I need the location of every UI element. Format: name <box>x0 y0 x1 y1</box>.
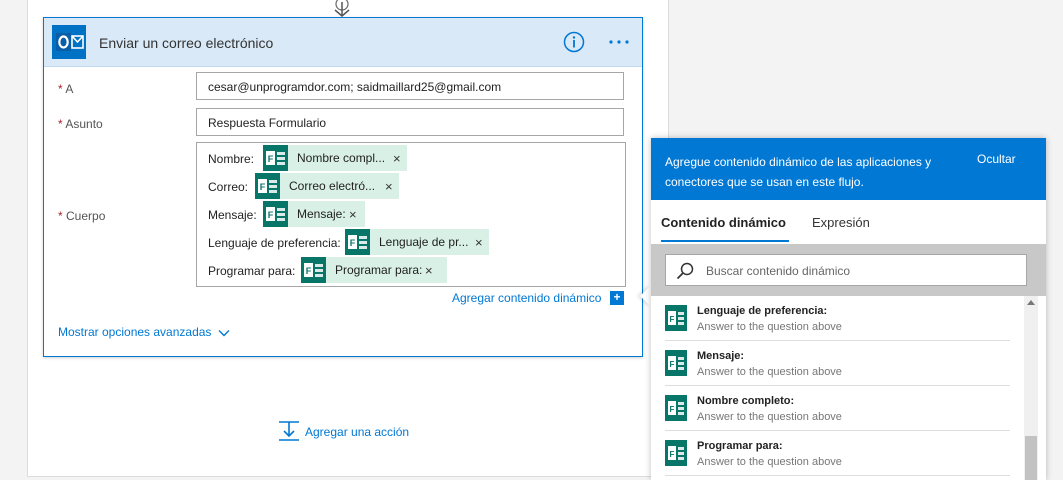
show-advanced-options-link[interactable]: Mostrar opciones avanzadas <box>58 325 230 339</box>
list-item[interactable]: F Nombre completo: Answer to the questio… <box>665 386 1010 431</box>
dynamic-content-panel: Agregue contenido dinámico de las aplica… <box>651 138 1046 480</box>
more-options-icon[interactable] <box>607 32 631 52</box>
active-tab-indicator <box>661 240 789 242</box>
tab-expression[interactable]: Expresión <box>812 215 870 230</box>
advanced-label: Mostrar opciones avanzadas <box>58 325 212 339</box>
subject-label: * Asunto <box>58 117 103 131</box>
item-name: Lenguaje de preferencia: <box>697 305 828 317</box>
subject-label-text: Asunto <box>65 117 103 131</box>
item-name: Mensaje: <box>697 350 745 362</box>
card-title[interactable]: Enviar un correo electrónico <box>99 35 273 51</box>
token-text: Lenguaje de pr... <box>379 235 469 249</box>
add-action-label: Agregar una acción <box>305 425 410 439</box>
remove-token-icon[interactable]: × <box>393 151 401 166</box>
forms-icon: F <box>665 440 687 466</box>
body-label-text: Cuerpo <box>66 209 106 223</box>
search-icon <box>676 262 694 280</box>
forms-icon: F <box>345 229 370 255</box>
svg-text:F: F <box>670 405 675 414</box>
search-placeholder: Buscar contenido dinámico <box>706 264 851 278</box>
to-value: cesar@unprogramdor.com; saidmaillard25@g… <box>208 80 502 94</box>
scrollbar[interactable] <box>1024 296 1038 480</box>
item-description: Answer to the question above <box>697 321 842 333</box>
subject-value: Respuesta Formulario <box>208 116 327 130</box>
add-dynamic-content-button[interactable]: + <box>610 291 624 305</box>
dynamic-token[interactable]: F Nombre compl... × <box>263 145 407 171</box>
dynamic-panel-tabs: Contenido dinámico Expresión <box>651 200 1046 244</box>
remove-token-icon[interactable]: × <box>475 235 483 250</box>
add-action-icon <box>279 421 299 441</box>
dynamic-token[interactable]: F Correo electró... × <box>255 173 399 199</box>
chevron-down-icon <box>218 329 230 337</box>
item-description: Answer to the question above <box>697 411 842 423</box>
search-area: Buscar contenido dinámico <box>651 244 1046 296</box>
remove-token-icon[interactable]: × <box>349 207 357 222</box>
token-text: Nombre compl... <box>297 151 386 165</box>
body-line-label: Lenguaje de preferencia: <box>208 236 341 250</box>
scrollbar-thumb[interactable] <box>1025 436 1037 480</box>
svg-text:F: F <box>268 154 274 164</box>
required-mark: * <box>58 117 63 131</box>
info-icon[interactable] <box>563 31 585 53</box>
item-name: Programar para: <box>697 440 783 452</box>
body-line-label: Mensaje: <box>208 208 257 222</box>
search-input[interactable]: Buscar contenido dinámico <box>665 254 1027 286</box>
remove-token-icon[interactable]: × <box>425 263 433 278</box>
svg-text:F: F <box>350 238 356 248</box>
dynamic-content-list: F Lenguaje de preferencia: Answer to the… <box>651 296 1046 480</box>
add-dynamic-content-link[interactable]: Agregar contenido dinámico <box>452 291 601 305</box>
body-label: * Cuerpo <box>58 209 105 223</box>
to-field[interactable]: cesar@unprogramdor.com; saidmaillard25@g… <box>196 72 624 100</box>
item-description: Answer to the question above <box>697 456 842 468</box>
svg-text:F: F <box>670 360 675 369</box>
card-header[interactable]: Enviar un correo electrónico <box>44 18 642 67</box>
svg-text:F: F <box>306 266 312 276</box>
body-line-label: Programar para: <box>208 264 296 278</box>
scroll-up-icon[interactable] <box>1027 300 1035 305</box>
required-mark: * <box>58 82 63 96</box>
token-text: Mensaje: <box>297 207 346 221</box>
list-item[interactable]: F Mensaje: Answer to the question above <box>665 341 1010 386</box>
token-text: Programar para: <box>335 263 423 277</box>
dynamic-token[interactable]: F Programar para: × <box>301 257 447 283</box>
outlook-icon <box>52 25 86 59</box>
to-label-text: A <box>65 82 74 96</box>
required-mark: * <box>58 209 63 223</box>
dynamic-token[interactable]: F Lenguaje de pr... × <box>345 229 489 255</box>
forms-icon: F <box>255 173 280 199</box>
body-line-label: Correo: <box>208 180 249 194</box>
send-email-action-card: Enviar un correo electrónico * A cesar@u… <box>43 17 643 357</box>
svg-text:F: F <box>268 210 274 220</box>
forms-icon: F <box>301 257 326 283</box>
item-name: Nombre completo: <box>697 395 795 407</box>
dynamic-token[interactable]: F Mensaje: × <box>263 201 365 227</box>
svg-text:F: F <box>260 182 266 192</box>
subject-field[interactable]: Respuesta Formulario <box>196 108 624 136</box>
body-field[interactable]: Nombre: F Nombre compl... × Correo: F Co… <box>196 142 626 287</box>
svg-text:F: F <box>670 315 675 324</box>
forms-icon: F <box>665 350 687 376</box>
list-item[interactable]: F Programar para: Answer to the question… <box>665 431 1010 476</box>
flow-connector-arrow-icon <box>334 0 350 17</box>
forms-icon: F <box>263 145 288 171</box>
forms-icon: F <box>665 305 687 331</box>
to-label: * A <box>58 82 73 96</box>
dynamic-panel-message: Agregue contenido dinámico de las aplica… <box>665 155 932 189</box>
body-line-label: Nombre: <box>208 152 255 166</box>
tab-dynamic-content[interactable]: Contenido dinámico <box>661 215 786 230</box>
item-description: Answer to the question above <box>697 366 842 378</box>
token-text: Correo electró... <box>289 179 376 193</box>
forms-icon: F <box>263 201 288 227</box>
forms-icon: F <box>665 395 687 421</box>
remove-token-icon[interactable]: × <box>385 179 393 194</box>
hide-panel-button[interactable]: Ocultar <box>977 152 1016 166</box>
list-item[interactable]: F Lenguaje de preferencia: Answer to the… <box>665 296 1010 341</box>
dynamic-panel-header: Agregue contenido dinámico de las aplica… <box>651 138 1046 200</box>
svg-text:F: F <box>670 450 675 459</box>
